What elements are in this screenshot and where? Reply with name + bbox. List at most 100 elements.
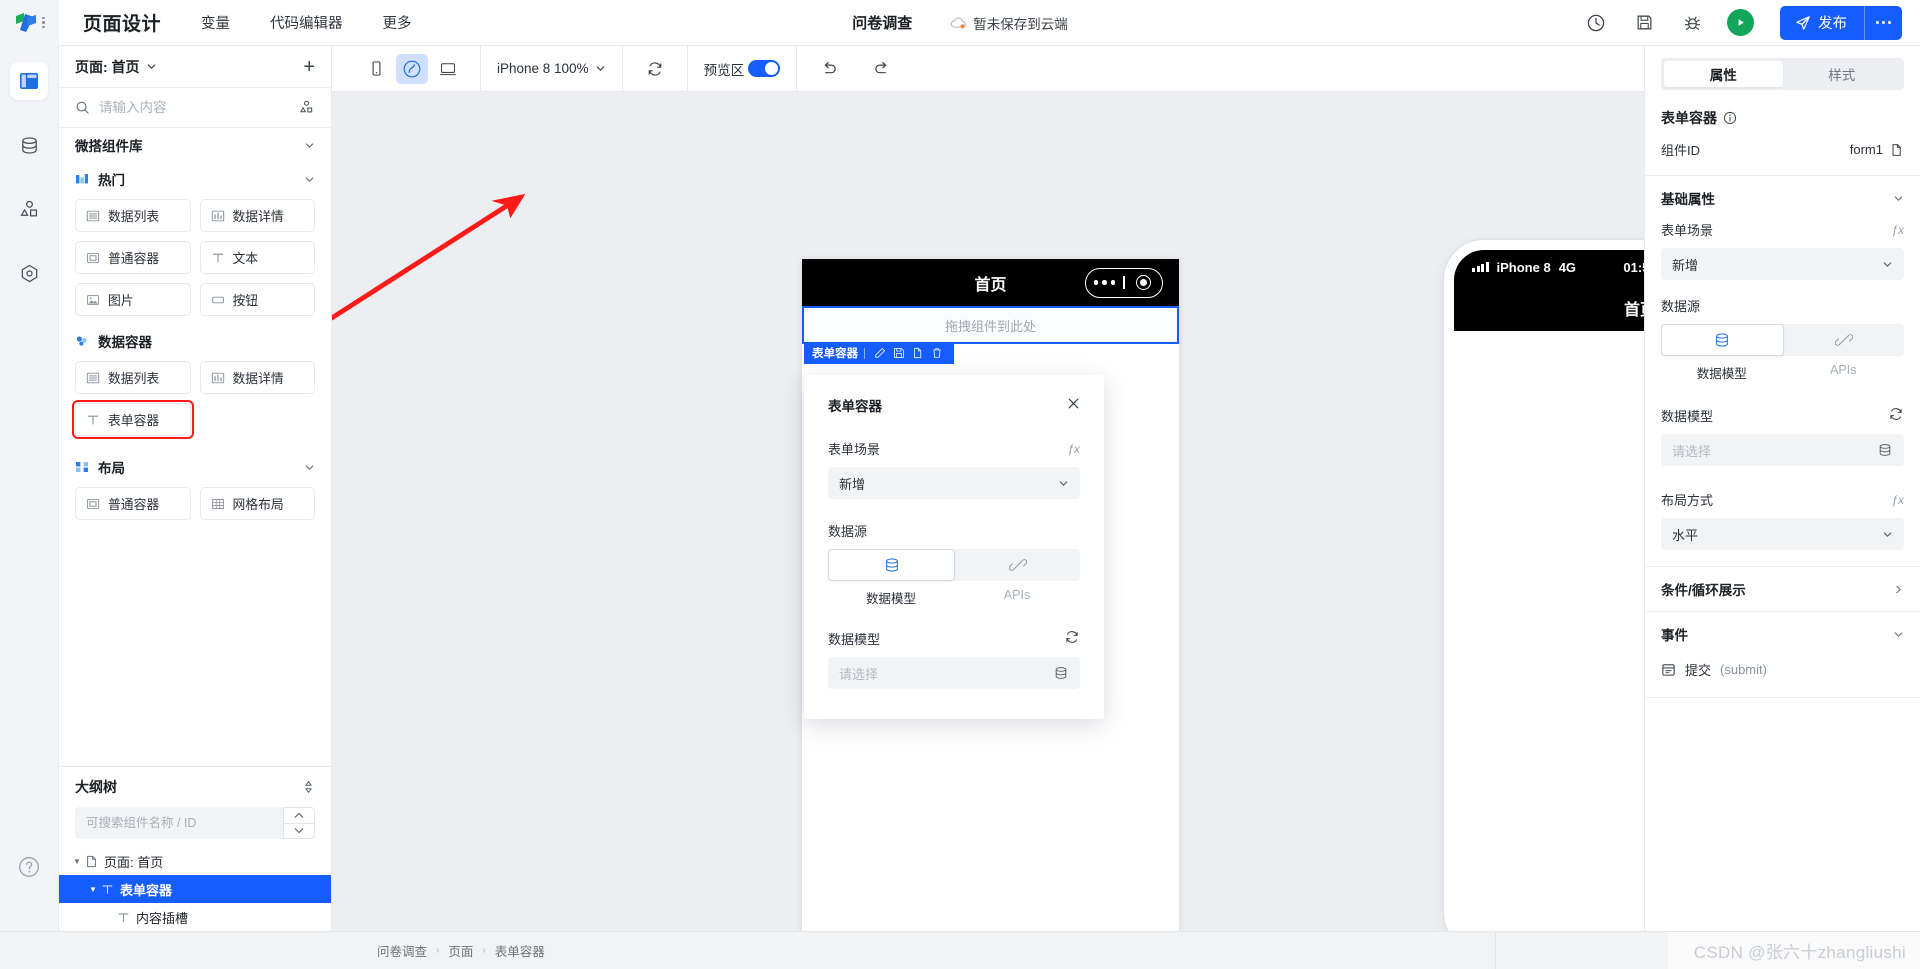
api-icon [1008,559,1027,571]
menu-item-code-editor[interactable]: 代码编辑器 [270,12,343,33]
component-card-container-2[interactable]: 普通容器 [75,487,191,520]
component-card-data-list[interactable]: 数据列表 [75,199,191,232]
refresh-icon[interactable] [1064,629,1080,648]
datasource-label: 数据源 [1661,299,1701,314]
outline-steppers [283,807,315,839]
chevron-down-icon [596,66,604,71]
popup-datasource-segment [828,549,1080,581]
tree-item-content-slot[interactable]: 内容插槽 [59,903,331,931]
phone-icon[interactable] [360,54,392,84]
component-dropzone[interactable]: 拖拽组件到此处 表单容器 [802,306,1179,364]
group-header-hot[interactable]: 热门 [59,162,331,196]
help-circle-icon[interactable] [17,855,41,879]
outline-search-input[interactable] [86,816,273,830]
info-icon[interactable] [1723,111,1737,125]
status-bar: 问卷调查 › 页面 › 表单容器 开发调试工具 CSDN @张六十zhangli… [0,931,1920,969]
popup-model-label: 数据模型 [828,632,881,647]
breadcrumb-item-project[interactable]: 问卷调查 [377,941,427,960]
copy-icon[interactable] [1890,143,1904,157]
component-card-text[interactable]: 文本 [199,241,315,274]
tree-item-form-container[interactable]: ▼ 表单容器 [59,875,331,903]
component-library: 微搭组件库 热门 数据列表 数据详情 普通容器 文本 图片 按钮 数据容器 数据… [59,128,331,766]
menu-item-variables[interactable]: 变量 [201,12,230,33]
undo-icon[interactable] [813,54,845,84]
data-model-select[interactable]: 请选择 [1661,434,1904,466]
close-icon[interactable] [1067,397,1080,413]
event-item-submit[interactable]: 提交 (submit) [1661,656,1904,697]
breadcrumb-item-component[interactable]: 表单容器 [495,941,545,960]
rail-item-settings[interactable] [10,254,48,292]
save-icon[interactable] [889,342,908,364]
logo-menu-icon[interactable] [41,16,45,29]
outline-search[interactable] [75,807,283,839]
group-header-layout[interactable]: 布局 [59,450,331,484]
popup-model-select[interactable]: 请选择 [828,657,1080,689]
tree-item-page[interactable]: ▼ 页面: 首页 [59,847,331,875]
popup-scene-select[interactable]: 新增 [828,467,1080,499]
form-scene-select[interactable]: 新增 [1661,248,1904,280]
bug-icon[interactable] [1679,10,1705,36]
condition-header[interactable]: 条件/循环展示 [1661,567,1904,611]
chevron-down-icon[interactable]: ▼ [69,857,85,866]
history-icon[interactable] [1583,10,1609,36]
rail-item-components[interactable] [10,190,48,228]
component-label: 数据详情 [232,209,284,224]
preview-toggle[interactable] [748,60,781,77]
save-status-text: 暂未保存到云端 [973,16,1068,32]
capsule-menu-icon[interactable] [1086,280,1123,285]
tab-properties[interactable]: 属性 [1664,61,1783,87]
fx-icon[interactable]: ƒx [1891,493,1904,507]
edit-icon[interactable] [870,342,889,364]
sort-icon[interactable] [302,779,315,795]
fx-icon[interactable]: ƒx [1067,442,1080,456]
save-icon[interactable] [1631,10,1657,36]
publish-button[interactable]: 发布 [1780,6,1864,40]
desktop-icon[interactable] [432,54,464,84]
library-title-row[interactable]: 微搭组件库 [59,128,331,162]
events-header[interactable]: 事件 [1661,612,1904,656]
database-icon[interactable] [1053,665,1069,681]
component-card-grid-layout[interactable]: 网格布局 [199,487,315,520]
run-icon[interactable] [1727,9,1754,36]
breadcrumb-item-page[interactable]: 页面 [448,941,473,960]
layout-mode-select[interactable]: 水平 [1661,518,1904,550]
canvas-area[interactable]: 首页 拖拽组件到此处 表单容器 表单容器 表单场景 ƒx 新增 数据源 数据模型… [332,92,1644,931]
rail-item-layout-panel[interactable] [10,62,48,100]
fx-icon[interactable]: ƒx [1891,223,1904,237]
tab-styles[interactable]: 样式 [1783,61,1902,87]
device-select[interactable]: iPhone 8 100% [497,61,606,76]
components-icon[interactable] [298,99,315,116]
copy-icon[interactable] [908,342,927,364]
capsule-close-icon[interactable] [1125,275,1162,290]
popup-segment-apis[interactable] [955,549,1080,581]
add-page-button[interactable]: + [303,57,315,77]
page-selector[interactable]: 页面: 首页 [75,57,157,77]
component-card-form-container[interactable]: 表单容器 [72,400,194,439]
miniprogram-icon[interactable] [396,53,428,84]
component-card-data-detail-2[interactable]: 数据详情 [199,361,315,394]
publish-more-button[interactable] [1864,5,1902,40]
refresh-icon[interactable] [639,54,671,84]
search-input[interactable] [99,100,289,115]
refresh-icon[interactable] [1888,406,1904,425]
component-card-data-list-2[interactable]: 数据列表 [75,361,191,394]
outline-prev-button[interactable] [283,807,315,823]
event-label: 提交 [1685,663,1712,678]
menu-item-more[interactable]: 更多 [383,12,412,33]
outline-next-button[interactable] [283,822,315,839]
component-card-button[interactable]: 按钮 [199,283,315,316]
group-header-data-container[interactable]: 数据容器 [59,324,331,358]
segment-data-model[interactable] [1661,324,1784,356]
component-card-image[interactable]: 图片 [75,283,191,316]
watermark: CSDN @张六十zhangliushi [1667,932,1920,969]
component-card-data-detail[interactable]: 数据详情 [199,199,315,232]
redo-icon[interactable] [865,54,897,84]
popup-segment-data-model[interactable] [828,549,955,581]
basic-properties-header[interactable]: 基础属性 [1661,176,1904,220]
component-card-container[interactable]: 普通容器 [75,241,191,274]
chevron-down-icon[interactable]: ▼ [85,885,101,894]
delete-icon[interactable] [927,342,946,364]
rail-item-database[interactable] [10,126,48,164]
database-icon[interactable] [1877,442,1893,458]
segment-apis[interactable] [1784,324,1905,356]
